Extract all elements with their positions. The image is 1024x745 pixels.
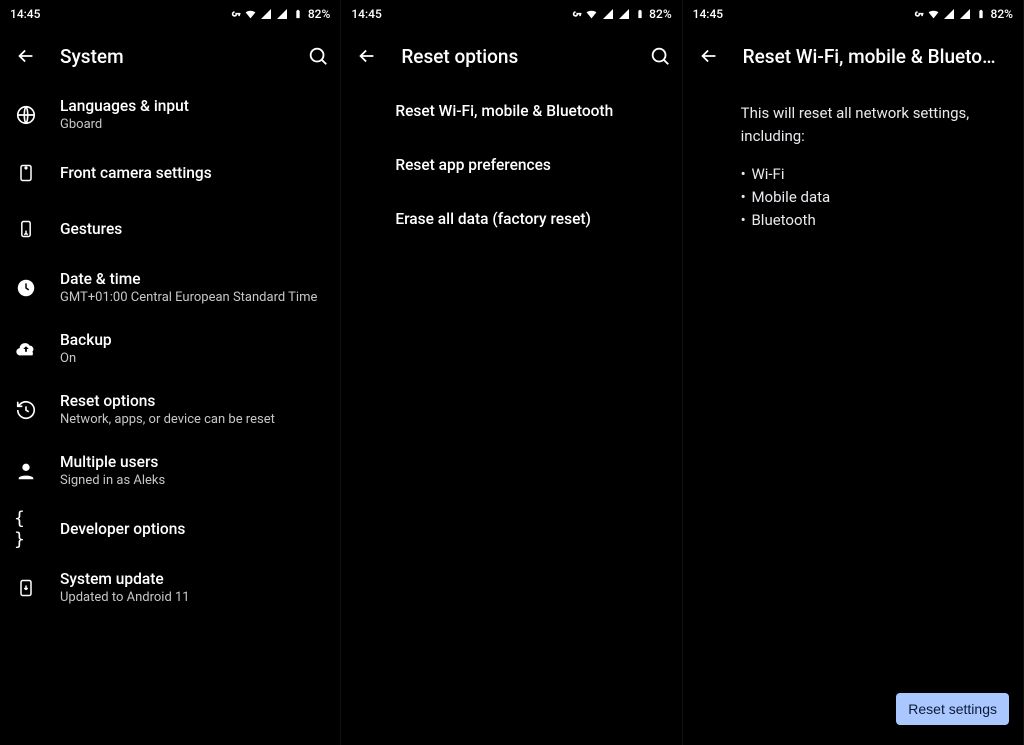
item-label: Developer options <box>60 520 185 538</box>
vpn-key-icon <box>569 8 582 21</box>
status-time: 14:45 <box>693 7 723 21</box>
panel-system: 14:45 82% System Languages & input Gboard… <box>0 0 341 745</box>
item-label: Backup <box>60 331 112 349</box>
item-label: Multiple users <box>60 453 165 471</box>
status-bar: 14:45 82% <box>341 0 681 28</box>
item-system-update[interactable]: System update Updated to Android 11 <box>0 557 340 618</box>
panel-reset-options: 14:45 82% Reset options Reset Wi-Fi, mob… <box>341 0 682 745</box>
item-date-time[interactable]: Date & time GMT+01:00 Central European St… <box>0 257 340 318</box>
system-update-icon <box>14 576 38 600</box>
clock-icon <box>14 276 38 300</box>
back-button[interactable] <box>697 44 721 68</box>
restore-icon <box>14 398 38 422</box>
item-sub: Updated to Android 11 <box>60 590 190 605</box>
status-icons: 82% <box>911 7 1013 21</box>
system-list: Languages & input Gboard Front camera set… <box>0 84 340 745</box>
item-label: Front camera settings <box>60 164 212 182</box>
page-title: System <box>60 45 284 68</box>
item-developer-options[interactable]: { } Developer options <box>0 501 340 557</box>
bullet-item: Bluetooth <box>741 209 1003 232</box>
item-label: Languages & input <box>60 97 189 115</box>
globe-icon <box>14 103 38 127</box>
status-battery: 82% <box>649 7 671 21</box>
reset-network-body: This will reset all network settings, in… <box>683 84 1023 745</box>
item-sub: GMT+01:00 Central European Standard Time <box>60 290 317 305</box>
title-bar: Reset Wi-Fi, mobile & Blueto… <box>683 28 1023 84</box>
battery-icon <box>292 8 305 21</box>
item-sub: On <box>60 351 112 366</box>
signal-1-icon <box>260 8 273 21</box>
bullet-item: Wi-Fi <box>741 163 1003 186</box>
person-icon <box>14 459 38 483</box>
item-label: Gestures <box>60 220 122 238</box>
signal-2-icon <box>276 8 289 21</box>
back-button[interactable] <box>14 44 38 68</box>
signal-1-icon <box>601 8 614 21</box>
reset-description: This will reset all network settings, in… <box>741 102 1003 149</box>
item-reset-options[interactable]: Reset options Network, apps, or device ca… <box>0 379 340 440</box>
vpn-key-icon <box>911 8 924 21</box>
status-time: 14:45 <box>10 7 40 21</box>
wifi-icon <box>585 8 598 21</box>
search-button[interactable] <box>648 44 672 68</box>
item-reset-app-preferences[interactable]: Reset app preferences <box>341 138 681 192</box>
item-backup[interactable]: Backup On <box>0 318 340 379</box>
status-battery: 82% <box>991 7 1013 21</box>
braces-icon: { } <box>14 517 38 541</box>
vpn-key-icon <box>228 8 241 21</box>
status-icons: 82% <box>228 7 330 21</box>
reset-bullet-list: Wi-Fi Mobile data Bluetooth <box>741 163 1003 233</box>
battery-icon <box>975 8 988 21</box>
item-label: System update <box>60 570 190 588</box>
status-battery: 82% <box>308 7 330 21</box>
page-title: Reset options <box>401 45 625 68</box>
search-button[interactable] <box>306 44 330 68</box>
item-label: Date & time <box>60 270 317 288</box>
title-bar: Reset options <box>341 28 681 84</box>
item-gestures[interactable]: Gestures <box>0 201 340 257</box>
item-sub: Gboard <box>60 117 189 132</box>
item-languages-input[interactable]: Languages & input Gboard <box>0 84 340 145</box>
item-sub: Network, apps, or device can be reset <box>60 412 275 427</box>
item-multiple-users[interactable]: Multiple users Signed in as Aleks <box>0 440 340 501</box>
item-erase-all-data[interactable]: Erase all data (factory reset) <box>341 192 681 246</box>
item-sub: Signed in as Aleks <box>60 473 165 488</box>
signal-2-icon <box>617 8 630 21</box>
item-reset-wifi-mobile-bt[interactable]: Reset Wi-Fi, mobile & Bluetooth <box>341 84 681 138</box>
gesture-icon <box>14 217 38 241</box>
reset-options-list: Reset Wi-Fi, mobile & Bluetooth Reset ap… <box>341 84 681 745</box>
phone-camera-icon <box>14 161 38 185</box>
cloud-upload-icon <box>14 337 38 361</box>
item-label: Reset options <box>60 392 275 410</box>
signal-2-icon <box>959 8 972 21</box>
status-bar: 14:45 82% <box>683 0 1023 28</box>
title-bar: System <box>0 28 340 84</box>
reset-settings-button[interactable]: Reset settings <box>896 693 1009 725</box>
status-bar: 14:45 82% <box>0 0 340 28</box>
back-button[interactable] <box>355 44 379 68</box>
bullet-item: Mobile data <box>741 186 1003 209</box>
panel-reset-network: 14:45 82% Reset Wi-Fi, mobile & Blueto… … <box>683 0 1024 745</box>
wifi-icon <box>244 8 257 21</box>
page-title: Reset Wi-Fi, mobile & Blueto… <box>743 45 1013 68</box>
wifi-icon <box>927 8 940 21</box>
battery-icon <box>633 8 646 21</box>
status-time: 14:45 <box>351 7 381 21</box>
action-bar: Reset settings <box>896 693 1009 725</box>
signal-1-icon <box>943 8 956 21</box>
item-front-camera[interactable]: Front camera settings <box>0 145 340 201</box>
status-icons: 82% <box>569 7 671 21</box>
